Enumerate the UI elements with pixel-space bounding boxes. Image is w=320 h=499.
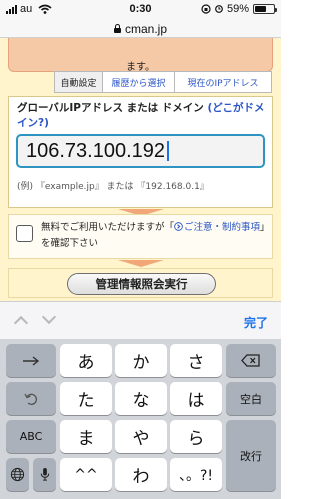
tab-current-ip[interactable]: 現在のIPアドレス (174, 71, 272, 93)
key-sa[interactable]: さ (170, 344, 222, 377)
tab-select-from-history[interactable]: 履歴から選択 (102, 71, 175, 93)
key-wa[interactable]: わ (115, 458, 167, 491)
key-dakuten[interactable]: ^^ (60, 458, 112, 491)
caution-link[interactable]: ご注意・制約事項 (174, 222, 260, 233)
alarm-icon (215, 5, 223, 13)
microphone-key[interactable] (33, 458, 56, 491)
key-ha[interactable]: は (170, 382, 222, 415)
ip-input-panel: グローバルIPアドレス または ドメイン (どこがドメイン?) 106.73.1… (8, 96, 273, 208)
ip-field-label-text: グローバルIPアドレス または ドメイン (17, 102, 204, 114)
execute-area: 管理情報照会実行 (8, 268, 273, 298)
ip-field-label: グローバルIPアドレス または ドメイン (どこがドメイン?) (17, 101, 267, 131)
delete-icon (241, 354, 260, 367)
arrow-right-icon (23, 355, 40, 366)
delete-key[interactable] (226, 344, 276, 377)
key-a[interactable]: あ (60, 344, 112, 377)
undo-icon (24, 393, 37, 405)
orientation-lock-icon (201, 4, 211, 14)
next-field-icon[interactable] (41, 309, 57, 325)
battery-icon (253, 4, 277, 14)
tab-auto-setting[interactable]: 自動設定 (54, 71, 103, 93)
globe-key[interactable] (6, 458, 29, 491)
consent-checkbox[interactable] (16, 225, 33, 242)
globe-icon (10, 467, 25, 482)
arrow-right-key[interactable] (6, 344, 56, 377)
key-ka[interactable]: か (115, 344, 167, 377)
consent-text: 無料でご利用いただけますが「 ご注意・制約事項」を確認下さい (41, 220, 267, 252)
microphone-icon (40, 467, 49, 481)
key-na[interactable]: な (115, 382, 167, 415)
key-ma[interactable]: ま (60, 420, 112, 453)
done-button[interactable]: 完了 (244, 314, 268, 331)
key-punctuation[interactable]: 、。?! (170, 458, 222, 491)
input-example: (例) 『example.jp』 または 『192.168.0.1』 (17, 182, 209, 192)
status-bar: au 0:30 59% (0, 0, 281, 20)
notice-box: ます。 (8, 38, 273, 73)
lock-icon (113, 24, 121, 33)
url-text: cman.jp (124, 21, 168, 36)
input-mode-tabs: 自動設定 履歴から選択 現在のIPアドレス (54, 71, 273, 93)
caution-link-text: ご注意・制約事項 (184, 222, 261, 233)
circle-arrow-icon (174, 222, 183, 231)
consent-box: 無料でご利用いただけますが「 ご注意・制約事項」を確認下さい (8, 214, 273, 259)
status-right: 59% (201, 3, 277, 15)
battery-percent: 59% (226, 3, 249, 15)
key-ta[interactable]: た (60, 382, 112, 415)
execute-lookup-button[interactable]: 管理情報照会実行 (67, 273, 216, 295)
space-key[interactable]: 空白 (226, 382, 276, 415)
return-key[interactable]: 改行 (226, 420, 276, 491)
key-ya[interactable]: や (115, 420, 167, 453)
ip-address-value: 106.73.100.192 (26, 139, 166, 162)
consent-text-before: 無料でご利用いただけますが「 (41, 222, 175, 233)
address-bar[interactable]: cman.jp (0, 20, 281, 38)
battery-level (255, 6, 266, 12)
ip-address-input[interactable]: 106.73.100.192 (16, 134, 265, 168)
undo-key[interactable] (6, 382, 56, 415)
step-arrow-2 (118, 260, 164, 267)
page-content: ます。 自動設定 履歴から選択 現在のIPアドレス グローバルIPアドレス また… (0, 38, 281, 301)
japanese-keyboard: あ か さ た な は 空白 ABC ま や ら 改行 ^^ わ 、。?! (0, 339, 281, 499)
previous-field-icon[interactable] (13, 315, 29, 331)
abc-key[interactable]: ABC (6, 420, 56, 453)
key-ra[interactable]: ら (170, 420, 222, 453)
text-caret (167, 141, 170, 161)
keyboard-accessory-bar: 完了 (0, 301, 281, 339)
